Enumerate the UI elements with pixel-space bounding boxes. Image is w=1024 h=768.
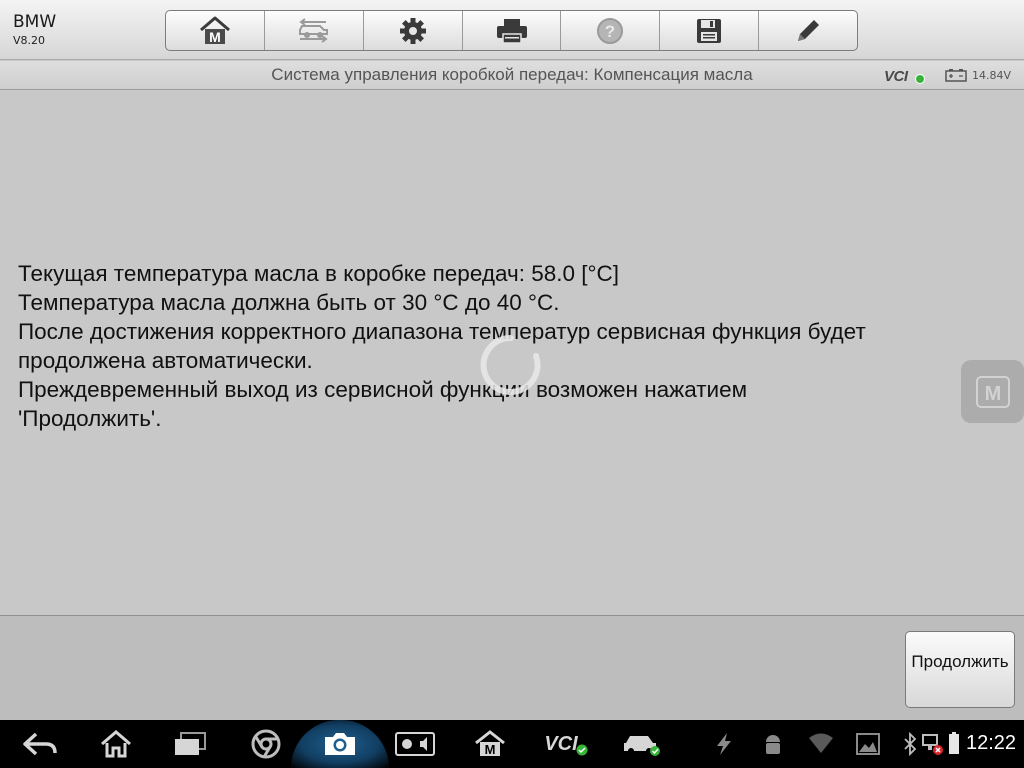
software-version: V8.20	[13, 34, 46, 47]
recent-apps-icon	[175, 732, 206, 755]
back-arrow-icon	[23, 732, 57, 756]
loading-spinner-icon	[480, 334, 541, 395]
main-content: Текущая температура масла в коробке пере…	[0, 91, 1024, 615]
app-brand: BMW V8.20	[13, 12, 56, 50]
vci-connection-status: VCI	[884, 66, 926, 86]
camera-icon	[325, 733, 355, 755]
gear-icon	[399, 17, 426, 44]
system-clock: 12:22	[966, 732, 1017, 754]
home-m-letter: M	[209, 29, 221, 45]
battery-icon	[945, 69, 967, 82]
vci-label: VCI	[884, 68, 908, 85]
printer-icon	[496, 18, 527, 44]
m-logo-icon: M	[975, 375, 1010, 408]
message-line: Температура масла должна быть от 30 °C д…	[18, 290, 560, 315]
vci-nav-label: VCI	[544, 732, 578, 755]
vehicle-status-app[interactable]	[620, 720, 664, 768]
autel-launcher-app[interactable]: M	[468, 720, 512, 768]
android-debug-icon	[766, 735, 780, 754]
svg-text:?: ?	[605, 22, 615, 41]
connected-check-icon	[915, 74, 925, 84]
home-m-icon: M	[475, 730, 505, 757]
car-swap-icon	[298, 17, 328, 43]
print-button[interactable]	[463, 11, 562, 50]
help-button[interactable]: ?	[561, 11, 661, 50]
display-settings-app[interactable]	[393, 720, 437, 768]
car-check-icon	[624, 736, 660, 756]
m-logo-letter: M	[984, 383, 1001, 405]
chrome-icon	[251, 729, 281, 759]
network-disconnected-icon	[922, 734, 943, 755]
title-strip: Система управления коробкой передач: Ком…	[0, 61, 1024, 90]
wifi-icon	[809, 733, 833, 753]
settings-button[interactable]	[364, 11, 463, 50]
edit-button[interactable]	[759, 11, 857, 50]
system-navigation-bar: M VCI 12:22	[0, 720, 1024, 768]
chrome-app[interactable]	[244, 720, 288, 768]
battery-level-icon	[949, 732, 959, 754]
vci-manager-app[interactable]: VCI	[540, 720, 592, 768]
recent-apps-button[interactable]	[168, 720, 212, 768]
floppy-icon	[697, 18, 722, 43]
back-button[interactable]	[18, 720, 62, 768]
action-bar: Продолжить	[0, 615, 1024, 720]
top-toolbar: BMW V8.20 M ?	[0, 0, 1024, 60]
toolbar-button-group: M ?	[165, 10, 858, 51]
bluetooth-icon	[904, 732, 917, 756]
brightness-volume-icon	[395, 732, 435, 756]
home-m-icon: M	[199, 16, 230, 45]
android-home-button[interactable]	[94, 720, 138, 768]
flash-icon	[717, 733, 731, 755]
page-title: Система управления коробкой передач: Ком…	[271, 65, 753, 84]
house-icon	[101, 730, 131, 758]
image-icon	[856, 733, 880, 755]
home-button[interactable]: M	[166, 11, 265, 50]
save-button[interactable]	[660, 11, 760, 50]
vehicle-swap-button[interactable]	[265, 11, 364, 50]
continue-button[interactable]: Продолжить	[905, 631, 1015, 708]
question-icon: ?	[597, 17, 624, 44]
battery-voltage: 14.84V	[972, 69, 1012, 82]
pencil-icon	[798, 19, 820, 41]
message-line: 'Продолжить'.	[18, 406, 162, 431]
launcher-m-letter: M	[485, 742, 496, 757]
vehicle-make: BMW	[13, 12, 57, 32]
message-line: Текущая температура масла в коробке пере…	[18, 261, 620, 286]
floating-home-button[interactable]: M	[961, 360, 1024, 423]
camera-app[interactable]	[318, 720, 362, 768]
